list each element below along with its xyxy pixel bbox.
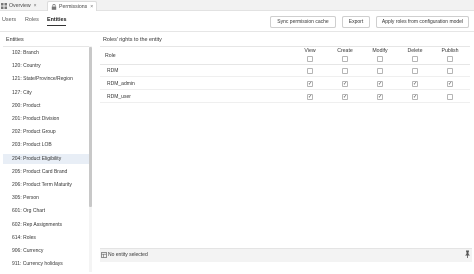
sync-permission-cache-button[interactable]: Sync permission cache <box>270 16 336 28</box>
entity-list-item[interactable]: 602: Rep Assignments <box>3 220 89 230</box>
column-header-3: Delete <box>407 48 423 54</box>
right-checkbox[interactable]: ✓ <box>342 94 348 100</box>
right-checkbox[interactable]: ✓ <box>377 94 383 100</box>
column-header-1: Create <box>337 48 353 54</box>
right-checkbox[interactable]: ✓ <box>377 81 383 87</box>
right-checkbox[interactable] <box>342 68 348 74</box>
entity-list-item[interactable]: 205: Product Card Brand <box>3 167 89 177</box>
right-checkbox[interactable] <box>447 94 453 100</box>
entity-list-item[interactable]: 127: City <box>3 88 89 98</box>
entity-list-item[interactable]: 202: Product Group <box>3 127 89 137</box>
subtab-roles[interactable]: Roles <box>25 17 39 23</box>
role-name: RDM <box>107 68 119 74</box>
column-header-4: Publish <box>441 48 459 54</box>
entity-list-item[interactable]: 120: Country <box>3 61 89 71</box>
right-checkbox[interactable]: ✓ <box>412 81 418 87</box>
status-text: No entity selected <box>108 252 148 258</box>
pin-icon[interactable] <box>464 250 471 258</box>
role-column-header: Role <box>105 53 116 59</box>
grid-icon <box>1 3 7 9</box>
subtab-users[interactable]: Users <box>2 17 16 23</box>
entity-list[interactable]: 102: Branch 120: Country 121: State/Provin… <box>3 46 92 272</box>
tab-overview[interactable]: Overview × <box>1 1 37 11</box>
subtab-entities[interactable]: Entities <box>47 17 67 26</box>
export-button[interactable]: Export <box>342 16 370 28</box>
close-icon[interactable]: × <box>34 3 37 9</box>
select-all-checkbox[interactable] <box>377 56 383 62</box>
right-checkbox[interactable] <box>412 68 418 74</box>
tab-permissions-label: Permissions <box>59 3 88 10</box>
select-all-checkbox[interactable] <box>447 56 453 62</box>
role-name: RDM_user <box>107 94 131 100</box>
right-checkbox[interactable] <box>377 68 383 74</box>
right-checkbox[interactable]: ✓ <box>342 81 348 87</box>
apply-roles-button[interactable]: Apply roles from configuration model <box>376 16 469 28</box>
right-checkbox[interactable]: ✓ <box>447 81 453 87</box>
entity-list-item[interactable]: 206: Product Term Maturity <box>3 180 89 190</box>
role-name: RDM_admin <box>107 81 135 87</box>
select-all-checkbox[interactable] <box>412 56 418 62</box>
entity-list-item[interactable]: 906: Currency <box>3 246 89 256</box>
select-all-checkbox[interactable] <box>307 56 313 62</box>
entity-list-item[interactable]: 204: Product Eligibility <box>3 153 89 164</box>
entity-list-item[interactable]: 911: Currency holidays <box>3 259 89 269</box>
entities-panel-title: Entities <box>6 37 24 43</box>
entity-list-item[interactable]: 203: Product LOB <box>3 140 89 150</box>
entity-icon <box>101 252 107 258</box>
right-checkbox[interactable]: ✓ <box>307 94 313 100</box>
tab-permissions[interactable]: Permissions × <box>47 1 98 11</box>
column-header-0: View <box>304 48 316 54</box>
right-checkbox[interactable]: ✓ <box>412 94 418 100</box>
select-all-checkbox[interactable] <box>342 56 348 62</box>
column-header-2: Modify <box>372 48 388 54</box>
right-checkbox[interactable] <box>307 68 313 74</box>
entity-list-item[interactable]: 121: State/Province/Region <box>3 74 89 84</box>
lock-icon <box>51 3 57 10</box>
entity-list-scroll-thumb[interactable] <box>89 47 92 207</box>
entity-list-item[interactable]: 102: Branch <box>3 48 89 58</box>
entity-list-item[interactable]: 601: Org Chart <box>3 206 89 216</box>
status-bar <box>100 248 472 262</box>
header-divider <box>0 31 474 32</box>
close-icon[interactable]: × <box>90 4 93 10</box>
entity-list-item[interactable]: 614: Roles <box>3 233 89 243</box>
right-checkbox[interactable] <box>447 68 453 74</box>
tab-overview-label: Overview <box>9 3 31 9</box>
right-checkbox[interactable]: ✓ <box>307 81 313 87</box>
entity-list-item[interactable]: 305: Person <box>3 193 89 203</box>
rights-panel-title: Roles' rights to the entity <box>103 37 162 43</box>
entity-list-item[interactable]: 201: Product Division <box>3 114 89 124</box>
entity-list-item[interactable]: 200: Product <box>3 101 89 111</box>
